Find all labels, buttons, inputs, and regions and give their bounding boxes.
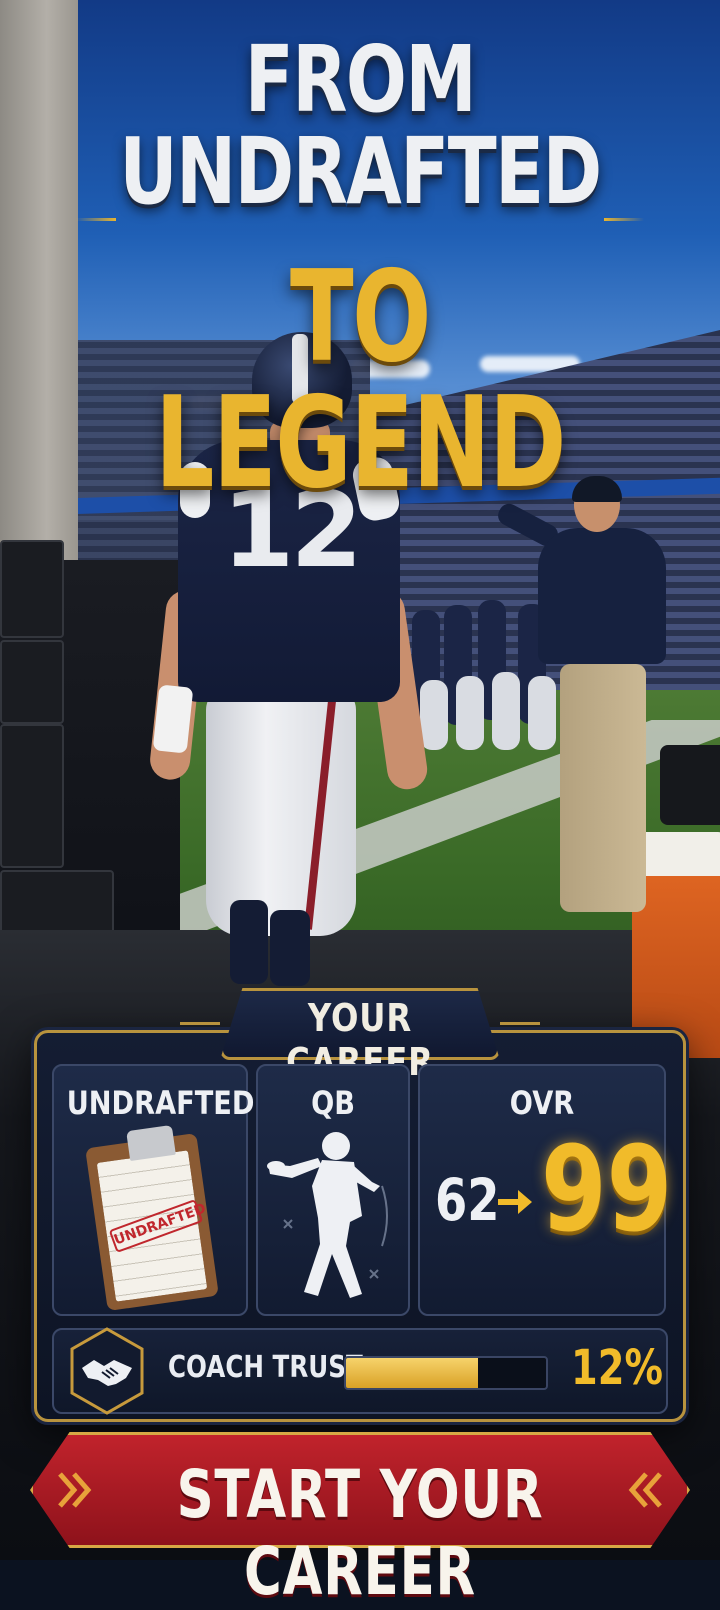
wristband: [152, 684, 194, 754]
equipment-case: [0, 540, 64, 638]
status-card-label: UNDRAFTED: [66, 1084, 255, 1122]
panel-title-accent: [180, 1022, 220, 1025]
equipment-bag: [660, 745, 720, 825]
teammate: [420, 680, 448, 750]
coach: [538, 528, 666, 664]
position-card-label: QB: [311, 1084, 355, 1122]
handshake-icon: [70, 1327, 144, 1415]
coach-trust-percent: 12%: [571, 1340, 663, 1396]
arrow-right-icon: [498, 1190, 532, 1214]
coach-trust-progress-fill: [346, 1358, 478, 1388]
equipment-case: [0, 724, 64, 868]
player-sock: [270, 910, 310, 986]
headline: FROM UNDRAFTED TO LEGEND: [0, 34, 720, 506]
ovr-target-value: 99: [541, 1120, 673, 1258]
coach-trust-label: COACH TRUST: [168, 1350, 363, 1385]
teammate: [456, 676, 484, 750]
equipment-case: [0, 640, 64, 724]
coach-trust-progress-bar: [344, 1356, 548, 1390]
player-sock: [230, 900, 268, 984]
headline-line-2: TO LEGEND: [155, 243, 566, 516]
panel-title-accent: [500, 1022, 540, 1025]
clipboard-clip: [126, 1124, 176, 1162]
chevron-icon: [58, 1472, 92, 1508]
quarterback-silhouette-icon: [267, 1132, 388, 1298]
start-career-button[interactable]: [30, 1432, 690, 1548]
headline-line-1: FROM UNDRAFTED: [119, 26, 602, 225]
coach-pants: [560, 664, 646, 912]
teammate: [492, 672, 520, 750]
ovr-card-label: OVR: [509, 1084, 575, 1122]
teammate: [528, 676, 556, 750]
ovr-start-value: 62: [435, 1166, 500, 1234]
chevron-icon: [628, 1472, 662, 1508]
